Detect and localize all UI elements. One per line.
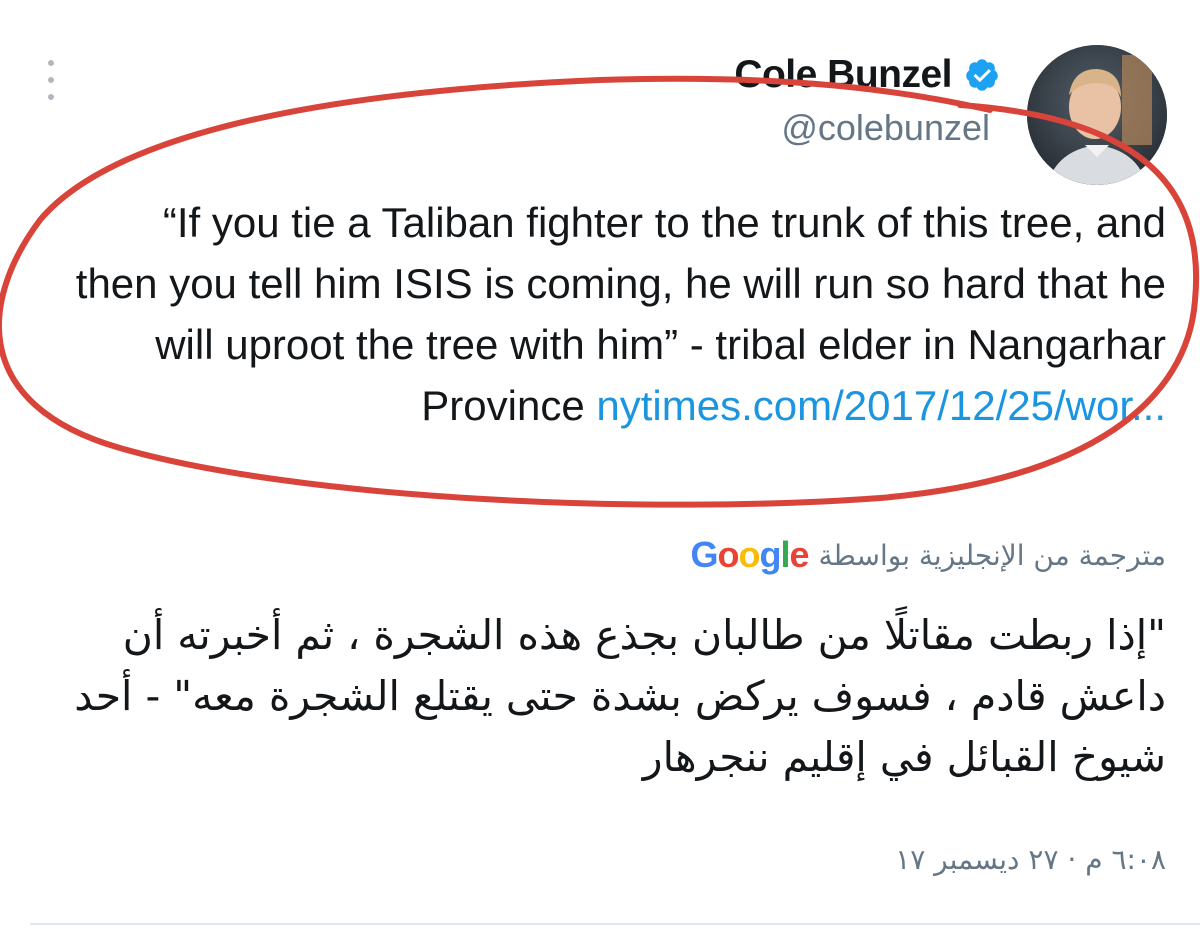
verified-badge-icon [966,59,998,91]
google-logo: Google [690,534,809,575]
translated-by-label: مترجمة من الإنجليزية بواسطة [818,538,1166,572]
translation-attribution: Google مترجمة من الإنجليزية بواسطة [690,533,1166,577]
tweet-timestamp[interactable]: ٦:٠٨ م · ٢٧ ديسمبر ١٧ [895,843,1166,876]
red-highlight-oval [0,75,1200,508]
divider [30,923,1200,925]
more-options-icon[interactable] [44,60,58,100]
translated-tweet-text: "إذا ربطت مقاتلًا من طالبان بجذع هذه الش… [74,611,1166,781]
tweet-text: “If you tie a Taliban fighter to the tru… [70,192,1166,436]
tweet-link[interactable]: nytimes.com/2017/12/25/wor... [596,382,1166,429]
display-name[interactable]: Cole Bunzel [734,53,952,97]
avatar[interactable] [1027,45,1167,185]
author-handle[interactable]: @colebunzel [781,107,990,149]
author-name-row[interactable]: Cole Bunzel [734,50,1000,100]
